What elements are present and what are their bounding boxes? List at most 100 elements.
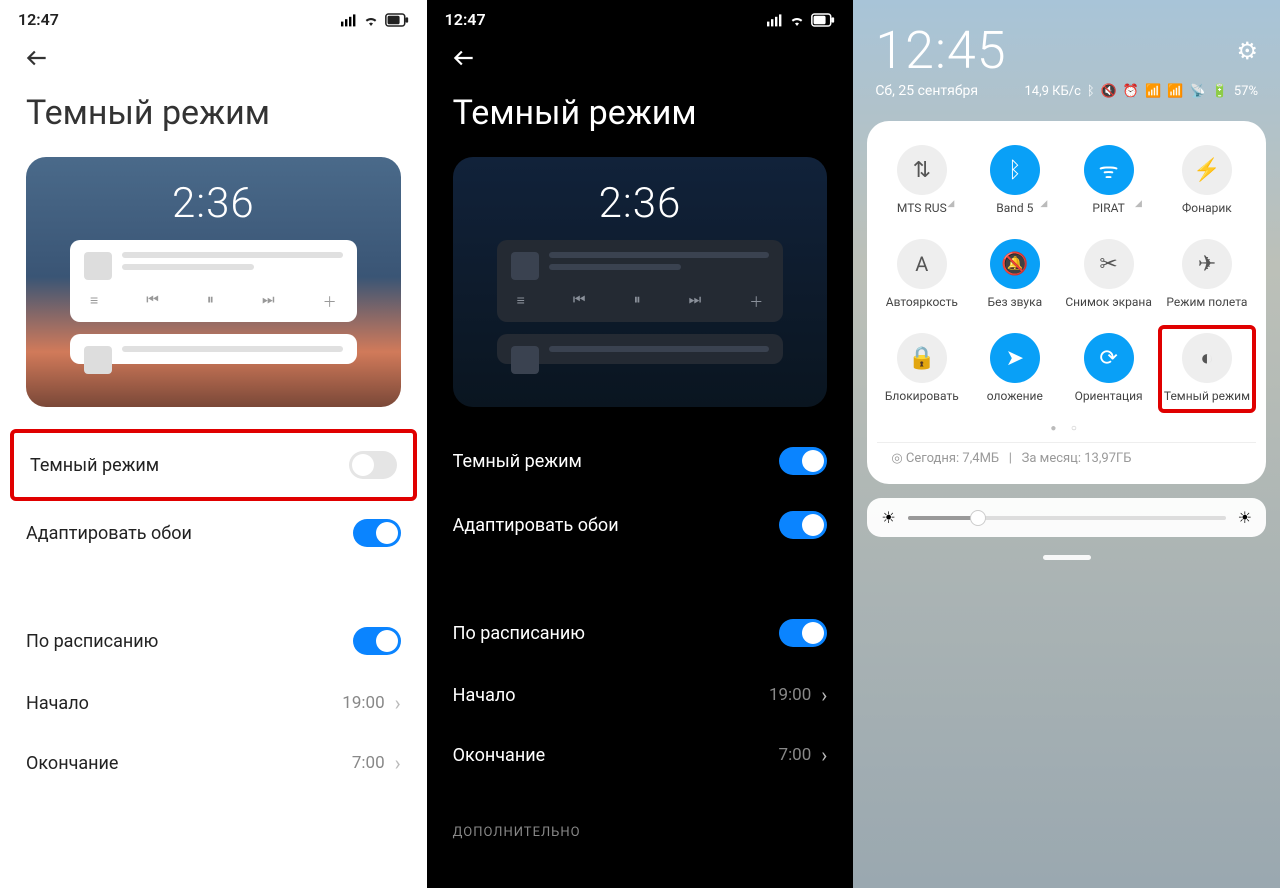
value-end: 7:00 (352, 753, 385, 773)
toggle-schedule[interactable] (779, 619, 827, 647)
mute-icon: 🔕 (990, 239, 1040, 289)
chevron-right-icon: › (395, 751, 401, 775)
toggle-schedule[interactable] (353, 627, 401, 655)
qs-tile-mute[interactable]: 🔕 Без звука (970, 231, 1059, 319)
qs-tile-rot[interactable]: ⟳Ориентация (1063, 325, 1154, 413)
list-icon: ≡ (90, 292, 98, 312)
settings-screen-light: 12:47 Темный режим 2:36 ≡⏮⏸⏭＋ Темный реж… (0, 0, 427, 888)
next-icon: ⏭ (262, 292, 275, 312)
brightness-high-icon: ☀ (1238, 508, 1252, 527)
pause-icon: ⏸ (634, 292, 641, 312)
A-icon: A (897, 239, 947, 289)
highlight-dark-mode-toggle: Темный режим (10, 429, 417, 501)
page-title: Темный режим (427, 93, 854, 157)
battery-icon: 🔋 (1212, 84, 1228, 99)
brightness-track[interactable] (908, 516, 1226, 520)
alarm-icon: ⏰ (1123, 84, 1139, 99)
label-dark-mode: Темный режим (453, 451, 582, 472)
battery-percent: 57% (1234, 84, 1258, 99)
label-adapt-wallpaper: Адаптировать обои (26, 523, 192, 544)
qs-tile-label: Без звука (988, 295, 1043, 309)
wifi-icon (789, 13, 805, 27)
plus-icon: ＋ (749, 292, 763, 312)
qs-tile-label: Блокировать (885, 389, 959, 403)
page-indicator: ● ○ (877, 413, 1256, 442)
row-schedule[interactable]: По расписанию (427, 601, 854, 665)
panel-time: 12:45 (875, 20, 1006, 81)
qs-tile-flash[interactable]: ⚡Фонарик (1158, 137, 1256, 225)
label-schedule: По расписанию (453, 623, 585, 644)
signal-small-icon: ◢ (1135, 199, 1142, 209)
scr-icon: ✂ (1084, 239, 1134, 289)
panel-drag-handle[interactable] (1043, 555, 1091, 560)
toggle-dark-mode[interactable] (349, 451, 397, 479)
qs-tile-label: Band 5 (996, 201, 1033, 215)
label-schedule: По расписанию (26, 631, 158, 652)
qs-tile-plane[interactable]: ✈ Режим полета (1158, 231, 1256, 319)
settings-screen-dark: 12:47 Темный режим 2:36 ≡⏮⏸⏭＋ Темный реж… (427, 0, 854, 888)
qs-tile-loc[interactable]: ➤оложение (970, 325, 1059, 413)
status-time: 12:47 (18, 10, 59, 29)
value-start: 19:00 (769, 685, 811, 705)
label-start: Начало (26, 693, 89, 714)
page-title: Темный режим (0, 93, 427, 157)
qs-tile-label: Ориентация (1075, 389, 1143, 403)
row-dark-mode[interactable]: Темный режим (427, 429, 854, 493)
row-end[interactable]: Окончание 7:00› (427, 725, 854, 785)
battery-icon (385, 13, 409, 27)
toggle-dark-mode[interactable] (779, 447, 827, 475)
qs-tile-wifi[interactable]: ᯤ PIRAT ◢ (1063, 137, 1154, 225)
value-start: 19:00 (342, 693, 384, 713)
data-icon: ⇅ (897, 145, 947, 195)
data-usage: ◎ Сегодня: 7,4МБ | За месяц: 13,97ГБ (877, 442, 1256, 478)
qs-tile-data[interactable]: ⇅MTS RUS◢ (877, 137, 966, 225)
row-schedule[interactable]: По расписанию (0, 609, 427, 673)
status-time: 12:47 (445, 10, 486, 29)
brightness-slider[interactable]: ☀ ☀ (867, 498, 1266, 537)
wifi-icon: ᯤ (1084, 145, 1134, 195)
row-dark-mode[interactable]: Темный режим (14, 433, 413, 497)
quick-settings-card: ⇅MTS RUS◢ᛒBand 5◢ᯤPIRAT◢⚡ФонарикAАвтоярк… (867, 121, 1266, 484)
row-adapt-wallpaper[interactable]: Адаптировать обои (427, 493, 854, 557)
label-dark-mode: Темный режим (30, 455, 159, 476)
qs-tile-scr[interactable]: ✂Снимок экрана (1063, 231, 1154, 319)
loc-icon: ➤ (990, 333, 1040, 383)
bt-icon: ᛒ (990, 145, 1040, 195)
plane-icon: ✈ (1182, 239, 1232, 289)
settings-gear-icon[interactable]: ⚙ (1236, 37, 1258, 65)
qs-tile-bt[interactable]: ᛒ Band 5 ◢ (970, 137, 1059, 225)
preview-image: 2:36 ≡⏮⏸⏭＋ (453, 157, 828, 407)
signal-icon: 📶 (1167, 84, 1183, 99)
status-indicators: 14,9 КБ/с ᛒ 🔇 ⏰ 📶 📶 📡 🔋 57% (1024, 84, 1258, 99)
qs-tile-A[interactable]: A Автояркость (877, 231, 966, 319)
row-end[interactable]: Окончание 7:00› (0, 733, 427, 793)
signal-icon (767, 13, 783, 27)
battery-icon (811, 13, 835, 27)
qs-tile-label: PIRAT (1092, 201, 1124, 215)
back-button[interactable] (427, 35, 854, 93)
quick-settings-grid: ⇅MTS RUS◢ᛒBand 5◢ᯤPIRAT◢⚡ФонарикAАвтоярк… (877, 137, 1256, 413)
row-start[interactable]: Начало 19:00› (427, 665, 854, 725)
qs-tile-label: MTS RUS (897, 201, 947, 215)
pause-icon: ⏸ (207, 292, 214, 312)
qs-tile-moon[interactable]: ◐Темный режим (1158, 325, 1256, 413)
signal-small-icon: ◢ (1040, 199, 1047, 209)
chevron-right-icon: › (821, 743, 827, 767)
moon-icon: ◐ (1182, 333, 1232, 383)
panel-header: 12:45 ⚙ Сб, 25 сентября 14,9 КБ/с ᛒ 🔇 ⏰ … (853, 0, 1280, 107)
chevron-right-icon: › (395, 691, 401, 715)
qs-tile-label: Автояркость (886, 295, 958, 309)
status-icons (341, 13, 409, 27)
qs-tile-lock[interactable]: 🔒Блокировать (877, 325, 966, 413)
row-adapt-wallpaper[interactable]: Адаптировать обои (0, 501, 427, 565)
qs-tile-label: Режим полета (1166, 295, 1247, 309)
row-start[interactable]: Начало 19:00 › (0, 673, 427, 733)
panel-date: Сб, 25 сентября (875, 83, 978, 99)
status-bar: 12:47 (427, 0, 854, 35)
section-extra: ДОПОЛНИТЕЛЬНО (427, 785, 854, 840)
back-button[interactable] (0, 35, 427, 93)
toggle-adapt-wallpaper[interactable] (353, 519, 401, 547)
bluetooth-icon: ᛒ (1087, 84, 1095, 99)
list-icon: ≡ (517, 292, 525, 312)
toggle-adapt-wallpaper[interactable] (779, 511, 827, 539)
